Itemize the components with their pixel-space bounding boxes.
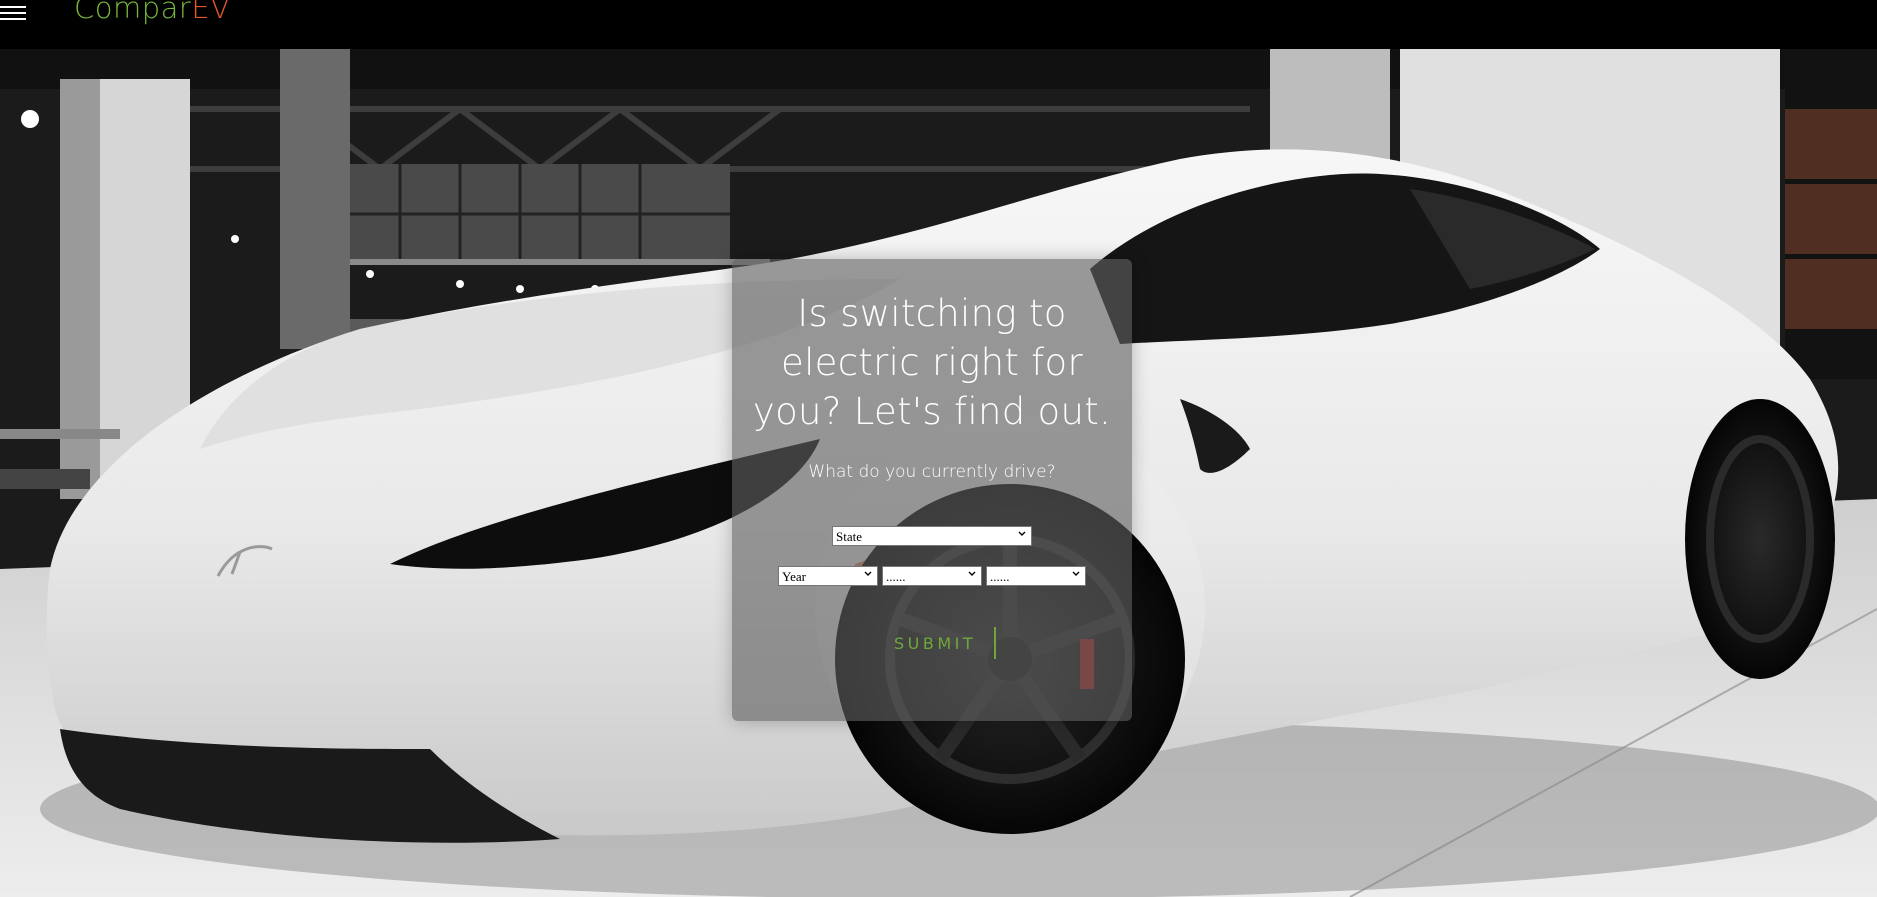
state-select[interactable]: State bbox=[832, 526, 1032, 546]
page: ComparEV Is switching to electric right … bbox=[0, 0, 1877, 897]
hero-section: Is switching to electric right for you? … bbox=[0, 49, 1877, 897]
brand-name-part1: Compar bbox=[74, 0, 192, 25]
model-select-wrapper: ...... bbox=[986, 566, 1086, 586]
state-select-wrapper: State bbox=[832, 526, 1032, 546]
current-vehicle-question: What do you currently drive? bbox=[808, 462, 1056, 482]
make-select[interactable]: ...... bbox=[882, 566, 982, 586]
hero-headline: Is switching to electric right for you? … bbox=[752, 292, 1112, 433]
year-select[interactable]: Year bbox=[778, 566, 878, 586]
submit-button[interactable]: SUBMIT bbox=[894, 625, 990, 661]
brand-name-part2: EV bbox=[191, 0, 231, 25]
make-select-wrapper: ...... bbox=[882, 566, 982, 586]
hamburger-menu-icon[interactable] bbox=[0, 4, 26, 22]
year-select-wrapper: Year bbox=[778, 566, 878, 586]
model-select[interactable]: ...... bbox=[986, 566, 1086, 586]
brand-logo[interactable]: ComparEV bbox=[74, 0, 231, 25]
submit-accent-line bbox=[994, 627, 996, 659]
top-bar: ComparEV bbox=[0, 0, 1877, 49]
ev-finder-card: Is switching to electric right for you? … bbox=[732, 259, 1132, 721]
